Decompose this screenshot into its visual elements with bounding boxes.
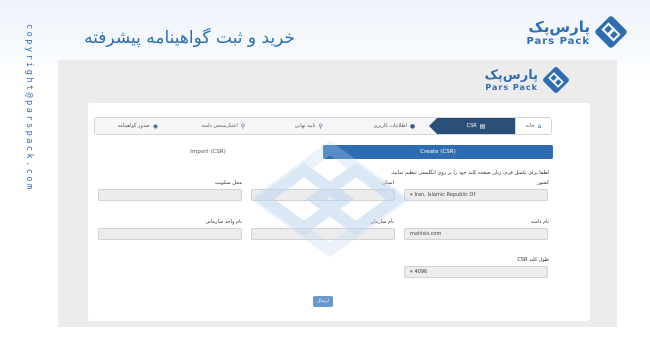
wizard-step-label: تایید نهایی	[294, 123, 316, 129]
city-field[interactable]	[98, 189, 242, 201]
parspack-logo-icon	[543, 67, 569, 93]
home-icon: ⌂	[537, 122, 542, 130]
org-unit-label: نام واحد سازمانی	[205, 219, 242, 225]
chevron-down-icon: ▾	[410, 269, 413, 275]
domain-field-value: mahisis.com	[410, 231, 442, 237]
wizard-step-label: خانه	[525, 123, 535, 129]
brand-logo-inner: پارس‌پک Pars Pack	[485, 66, 570, 94]
wizard-step-label: صدور گواهینامه	[117, 123, 150, 129]
parspack-watermark-icon	[249, 140, 411, 258]
key-length-select[interactable]: ▾ 4096	[404, 266, 548, 278]
wizard-step-csr[interactable]: ▤ CSR	[429, 118, 515, 134]
brand-name-en: Pars Pack	[485, 83, 538, 92]
search-icon: ⚲	[318, 122, 323, 130]
user-icon: ●	[409, 122, 416, 130]
key-length-label: طول کلید CSR	[517, 257, 549, 263]
country-select-value: Iran, Islamic Republic Of	[414, 192, 476, 198]
brand-name-fa: پارس‌پک	[528, 17, 590, 36]
country-select[interactable]: ▾ Iran, Islamic Republic Of	[404, 189, 548, 201]
wizard-step-home[interactable]: ⌂ خانه	[515, 118, 551, 134]
wizard-step-user-info[interactable]: ● اطلاعات کاربری	[352, 118, 438, 134]
wizard-step-label: اطلاعات کاربری	[373, 123, 407, 129]
globe-icon: ◉	[152, 122, 158, 130]
country-label: کشور	[537, 180, 549, 186]
domain-field[interactable]: mahisis.com	[404, 228, 548, 240]
org-unit-field[interactable]	[98, 228, 242, 240]
wizard-step-label: CSR	[466, 123, 477, 129]
brand-name-fa: پارس‌پک	[484, 68, 538, 83]
submit-button[interactable]: ارسال	[313, 296, 333, 307]
wizard-step-domain-validation[interactable]: ⚲ اعتبارسنجی دامنه	[181, 118, 267, 134]
parspack-logo-icon	[595, 16, 627, 48]
copyright-vertical-text: copyright@parspack.com	[24, 24, 34, 192]
file-icon: ▤	[479, 122, 486, 130]
city-label: محل سکونت	[214, 180, 242, 186]
brand-name-en: Pars Pack	[526, 35, 590, 47]
search-icon: ⚲	[240, 122, 246, 130]
wizard-step-issue-certificate[interactable]: ◉ صدور گواهینامه	[95, 118, 181, 134]
wizard-step-final-confirm[interactable]: ⚲ تایید نهایی	[266, 118, 352, 134]
domain-label: نام دامنه	[530, 219, 549, 225]
key-length-select-value: 4096	[414, 269, 428, 275]
wizard-steps: ⌂ خانه ▤ CSR ● اطلاعات کاربری ⚲ تایید نه…	[94, 117, 552, 135]
brand-logo-header: پارس‌پک Pars Pack	[526, 15, 628, 49]
wizard-step-label: اعتبارسنجی دامنه	[201, 123, 238, 129]
page-title: خرید و ثبت گواهینامه پیشرفته	[84, 28, 295, 48]
